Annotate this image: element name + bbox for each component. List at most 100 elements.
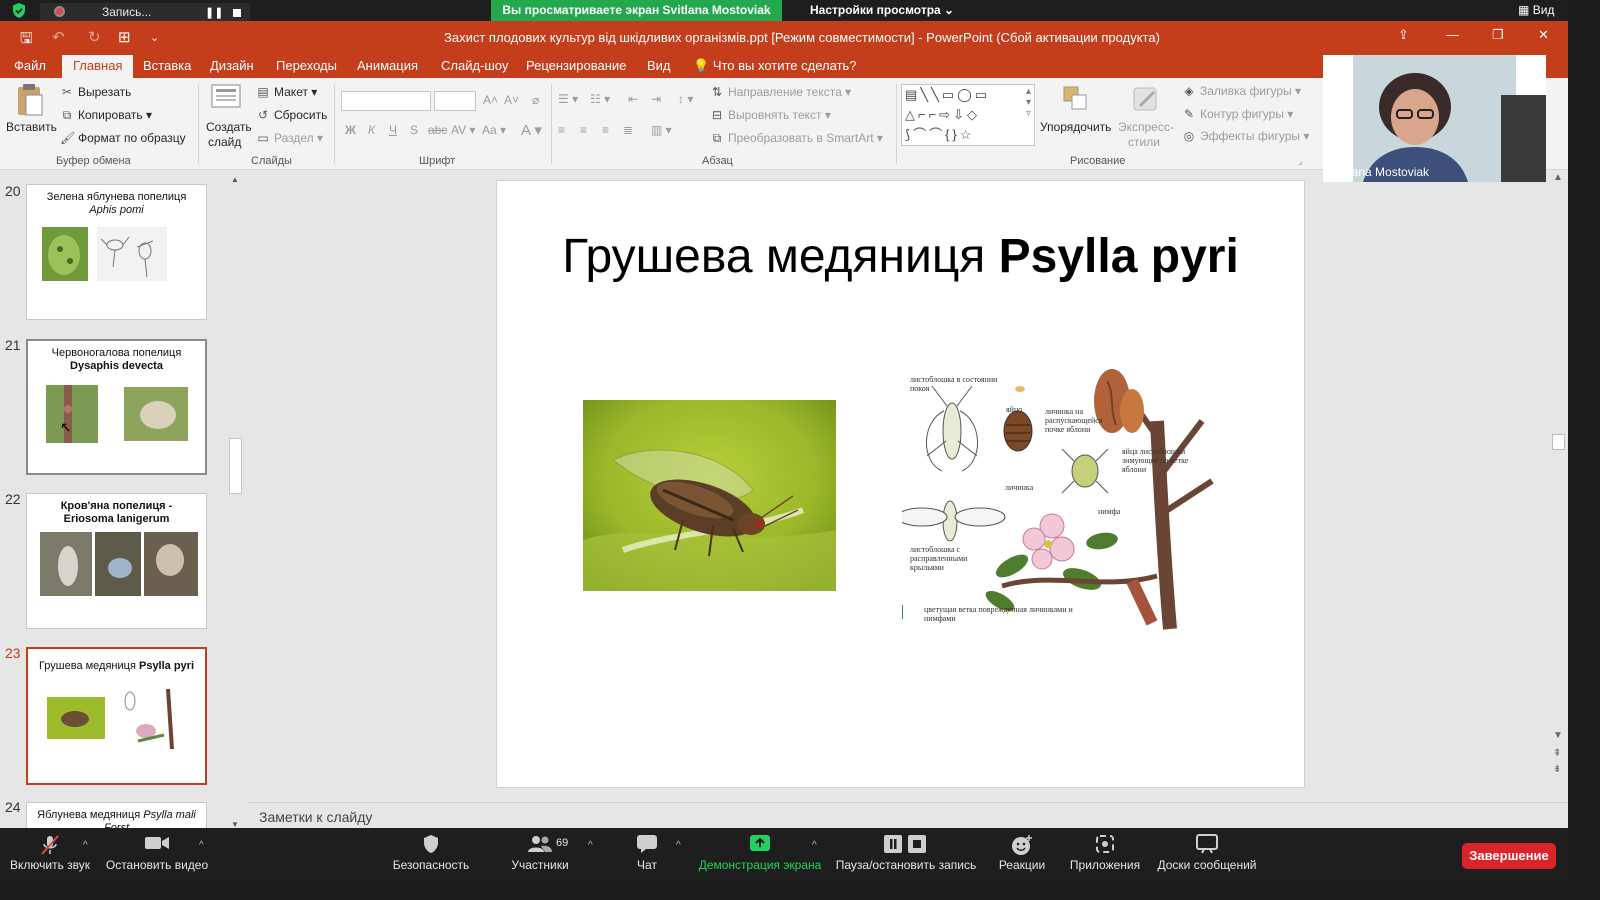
ribbon-display-icon[interactable]: ⇪ xyxy=(1398,27,1409,43)
shield-icon[interactable] xyxy=(11,2,27,19)
align-right-icon[interactable]: ≡ xyxy=(602,123,609,137)
smartart-button[interactable]: ⧉ Преобразовать в SmartArt ▾ xyxy=(710,131,883,146)
end-meeting-button[interactable]: Завершение xyxy=(1462,843,1556,869)
numbering-icon[interactable]: ☷ ▾ xyxy=(590,92,610,106)
thumbnails-scrollbar[interactable] xyxy=(228,172,243,828)
tell-me-search[interactable]: 💡 Что вы хотите сделать? xyxy=(693,58,857,74)
character-spacing-icon[interactable]: AV ▾ xyxy=(451,123,475,137)
align-center-icon[interactable]: ≡ xyxy=(580,123,587,137)
whiteboards-button[interactable]: Доски сообщений xyxy=(1154,828,1260,882)
align-left-icon[interactable]: ≡ xyxy=(558,123,565,137)
new-slide-button[interactable] xyxy=(208,83,244,118)
change-case-icon[interactable]: Aa ▾ xyxy=(482,123,506,137)
tab-file[interactable]: Файл xyxy=(14,58,46,73)
participants-caret-icon[interactable]: ^ xyxy=(588,840,593,851)
thumbnails-scroll-thumb[interactable] xyxy=(229,438,242,494)
clear-formatting-icon[interactable]: ⌀ xyxy=(532,93,539,107)
video-options-caret-icon[interactable]: ^ xyxy=(199,840,204,851)
start-slideshow-icon[interactable]: ⊞ xyxy=(118,28,131,46)
slide-thumbnail-21[interactable]: Червоногалова попелиця Dysaphis devecta … xyxy=(26,339,207,475)
align-text-button[interactable]: ⊟ Выровнять текст ▾ xyxy=(710,108,831,122)
save-icon[interactable]: 🖫 xyxy=(20,28,33,53)
paste-button[interactable] xyxy=(8,83,52,121)
grow-font-icon[interactable]: A˄ xyxy=(483,93,498,107)
slide-scrollbar[interactable]: ▲ ▼ ⇞ ⇟ xyxy=(1550,170,1568,802)
tab-design[interactable]: Дизайн xyxy=(210,58,254,73)
slide-thumbnail-22[interactable]: Кров'яна попелиця - Eriosoma lanigerum xyxy=(26,493,207,629)
unmute-button[interactable]: Включить звук xyxy=(4,828,96,882)
pause-stop-recording-button[interactable]: Пауза/остановить запись xyxy=(834,828,978,882)
quick-styles-button[interactable] xyxy=(1128,84,1164,119)
font-name-input[interactable] xyxy=(341,91,431,111)
tab-review[interactable]: Рецензирование xyxy=(526,58,626,73)
format-painter-button[interactable]: 🖌 Формат по образцу xyxy=(60,131,186,145)
reset-button[interactable]: ↺ Сбросить xyxy=(256,108,327,122)
chat-button[interactable]: Чат xyxy=(625,828,669,882)
scroll-up-icon[interactable]: ▲ xyxy=(231,175,239,184)
section-button[interactable]: ▭ Раздел ▾ xyxy=(256,131,323,145)
redo-icon[interactable]: ↻ xyxy=(88,28,101,46)
quick-styles-label-1[interactable]: Экспресс- xyxy=(1118,120,1174,134)
slide-title[interactable]: Грушева медяниця Psylla pyri xyxy=(497,229,1304,284)
stop-video-button[interactable]: Остановить видео xyxy=(104,828,210,882)
bold-icon[interactable]: Ж xyxy=(345,123,356,137)
shrink-font-icon[interactable]: A˅ xyxy=(504,93,519,107)
scroll-up-icon[interactable]: ▲ xyxy=(1553,172,1563,183)
reactions-button[interactable]: Реакции xyxy=(996,828,1048,882)
dialog-launcher-icon[interactable]: ⌟ xyxy=(1298,156,1302,167)
audio-options-caret-icon[interactable]: ^ xyxy=(83,840,88,851)
arrange-button[interactable] xyxy=(1058,84,1092,119)
tab-view[interactable]: Вид xyxy=(647,58,671,73)
current-slide[interactable]: Грушева медяниця Psylla pyri листоблошка… xyxy=(496,180,1305,788)
new-slide-label-1[interactable]: Создать xyxy=(206,120,252,134)
view-options-dropdown[interactable]: Настройки просмотра ⌄ xyxy=(810,3,954,17)
stop-recording-icon[interactable] xyxy=(233,9,241,17)
columns-icon[interactable]: ▥ ▾ xyxy=(651,123,672,137)
participant-video[interactable]: Svitlana Mostoviak xyxy=(1323,55,1546,182)
arrange-label[interactable]: Упорядочить xyxy=(1040,120,1111,134)
share-screen-button[interactable]: Демонстрация экрана xyxy=(697,828,823,882)
underline-icon[interactable]: Ч xyxy=(389,123,397,137)
undo-icon[interactable]: ↶ xyxy=(52,28,65,46)
slide-thumbnail-20[interactable]: Зелена яблунева попелиця Aphis pomi xyxy=(26,184,207,320)
font-color-icon[interactable]: A ▾ xyxy=(521,121,542,139)
notes-pane[interactable]: Заметки к слайду xyxy=(247,802,1568,828)
chat-caret-icon[interactable]: ^ xyxy=(676,840,681,851)
quick-styles-label-2[interactable]: стили xyxy=(1128,135,1160,149)
shadow-icon[interactable]: S xyxy=(410,123,418,137)
tab-home[interactable]: Главная xyxy=(62,55,134,78)
gallery-scroll-icon[interactable]: ▴ ▾ ▿ xyxy=(1026,86,1031,119)
share-caret-icon[interactable]: ^ xyxy=(812,840,817,851)
tab-slideshow[interactable]: Слайд-шоу xyxy=(441,58,508,73)
font-size-input[interactable] xyxy=(434,91,476,111)
decrease-indent-icon[interactable]: ⇤ xyxy=(628,92,638,106)
close-icon[interactable]: ✕ xyxy=(1538,27,1549,43)
text-direction-button[interactable]: ⇅ Направление текста ▾ xyxy=(710,85,851,99)
security-button[interactable]: Безопасность xyxy=(392,828,470,882)
slide-thumbnail-23[interactable]: Грушева медяниця Psylla pyri xyxy=(26,647,207,785)
slide-thumbnail-24[interactable]: Яблунева медяниця Psylla mali Forst xyxy=(26,802,207,828)
tab-insert[interactable]: Вставка xyxy=(143,58,191,73)
apps-button[interactable]: Приложения xyxy=(1068,828,1142,882)
shape-fill-button[interactable]: ◈ Заливка фигуры ▾ xyxy=(1182,84,1301,98)
psylla-photo[interactable] xyxy=(583,400,836,591)
italic-icon[interactable]: К xyxy=(368,123,375,137)
minimize-icon[interactable]: — xyxy=(1446,27,1459,42)
shapes-gallery[interactable]: ▤╲╲▭◯▭ △⌐⌐⇨⇩◇ ⟆⌒⌒{}☆ xyxy=(901,84,1035,146)
restore-icon[interactable]: ❐ xyxy=(1492,27,1504,43)
pause-recording-icon[interactable]: ❚❚ xyxy=(205,6,223,19)
shape-effects-button[interactable]: ◎ Эффекты фигуры ▾ xyxy=(1182,129,1310,143)
layout-button[interactable]: ▤ Макет ▾ xyxy=(256,85,317,99)
slide-scroll-thumb[interactable] xyxy=(1552,434,1565,450)
scroll-down-icon[interactable]: ▼ xyxy=(1553,730,1563,741)
tab-transitions[interactable]: Переходы xyxy=(276,58,337,73)
shape-outline-button[interactable]: ✎ Контур фигуры ▾ xyxy=(1182,107,1293,121)
previous-slide-icon[interactable]: ⇞ xyxy=(1553,748,1561,759)
new-slide-label-2[interactable]: слайд xyxy=(208,135,241,149)
bullets-icon[interactable]: ☰ ▾ xyxy=(558,92,578,106)
strikethrough-icon[interactable]: abc xyxy=(428,123,447,137)
line-spacing-icon[interactable]: ↕ ▾ xyxy=(678,92,693,106)
psylla-lifecycle-illustration[interactable]: листоблошка в состоянии покоя яйцо личин… xyxy=(902,361,1232,631)
cut-button[interactable]: ✂ Вырезать xyxy=(60,85,131,99)
paste-label[interactable]: Вставить xyxy=(6,120,57,134)
